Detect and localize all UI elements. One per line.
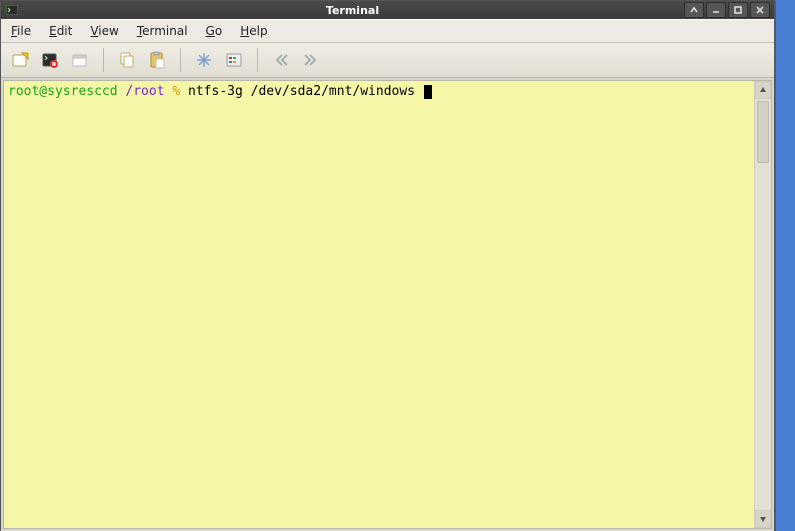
menu-edit[interactable]: Edit: [45, 22, 76, 40]
menu-terminal[interactable]: Terminal: [133, 22, 192, 40]
copy-button[interactable]: [114, 47, 140, 73]
minimize-button[interactable]: [706, 2, 726, 18]
fullscreen-button[interactable]: [191, 47, 217, 73]
preferences-button[interactable]: [221, 47, 247, 73]
terminal-app-icon: [5, 3, 19, 17]
menu-view[interactable]: View: [86, 22, 122, 40]
scroll-thumb[interactable]: [757, 101, 769, 163]
menu-go[interactable]: Go: [202, 22, 227, 40]
prompt-symbol: %: [172, 84, 180, 99]
close-button[interactable]: [750, 2, 770, 18]
toolbar: [1, 43, 774, 78]
text-cursor: [424, 85, 432, 99]
close-tab-button[interactable]: [37, 47, 63, 73]
menu-file[interactable]: File: [7, 22, 35, 40]
titlebar: Terminal: [1, 1, 774, 19]
new-tab-button[interactable]: [7, 47, 33, 73]
next-tab-button[interactable]: [298, 47, 324, 73]
desktop: Terminal File Edit View Terminal Go Help: [0, 0, 795, 531]
scroll-up-button[interactable]: [755, 81, 771, 99]
window-title: Terminal: [23, 4, 682, 17]
terminal-frame: root@sysresccd /root % ntfs-3g /dev/sda2…: [3, 80, 772, 529]
prompt-command: ntfs-3g /dev/sda2/mnt/windows: [188, 84, 415, 99]
toolbar-separator: [180, 48, 181, 72]
terminal-window: Terminal File Edit View Terminal Go Help: [0, 0, 775, 531]
paste-button[interactable]: [144, 47, 170, 73]
toolbar-separator: [257, 48, 258, 72]
scroll-down-button[interactable]: [755, 510, 771, 528]
shade-button[interactable]: [684, 2, 704, 18]
new-window-button[interactable]: [67, 47, 93, 73]
prev-tab-button[interactable]: [268, 47, 294, 73]
prompt-path: /root: [125, 84, 164, 99]
menubar: File Edit View Terminal Go Help: [1, 19, 774, 43]
terminal-area: root@sysresccd /root % ntfs-3g /dev/sda2…: [1, 78, 774, 531]
terminal-output[interactable]: root@sysresccd /root % ntfs-3g /dev/sda2…: [4, 81, 754, 528]
scrollbar[interactable]: [754, 81, 771, 528]
menu-help[interactable]: Help: [236, 22, 271, 40]
prompt-user: root@sysresccd: [8, 84, 118, 99]
toolbar-separator: [103, 48, 104, 72]
maximize-button[interactable]: [728, 2, 748, 18]
